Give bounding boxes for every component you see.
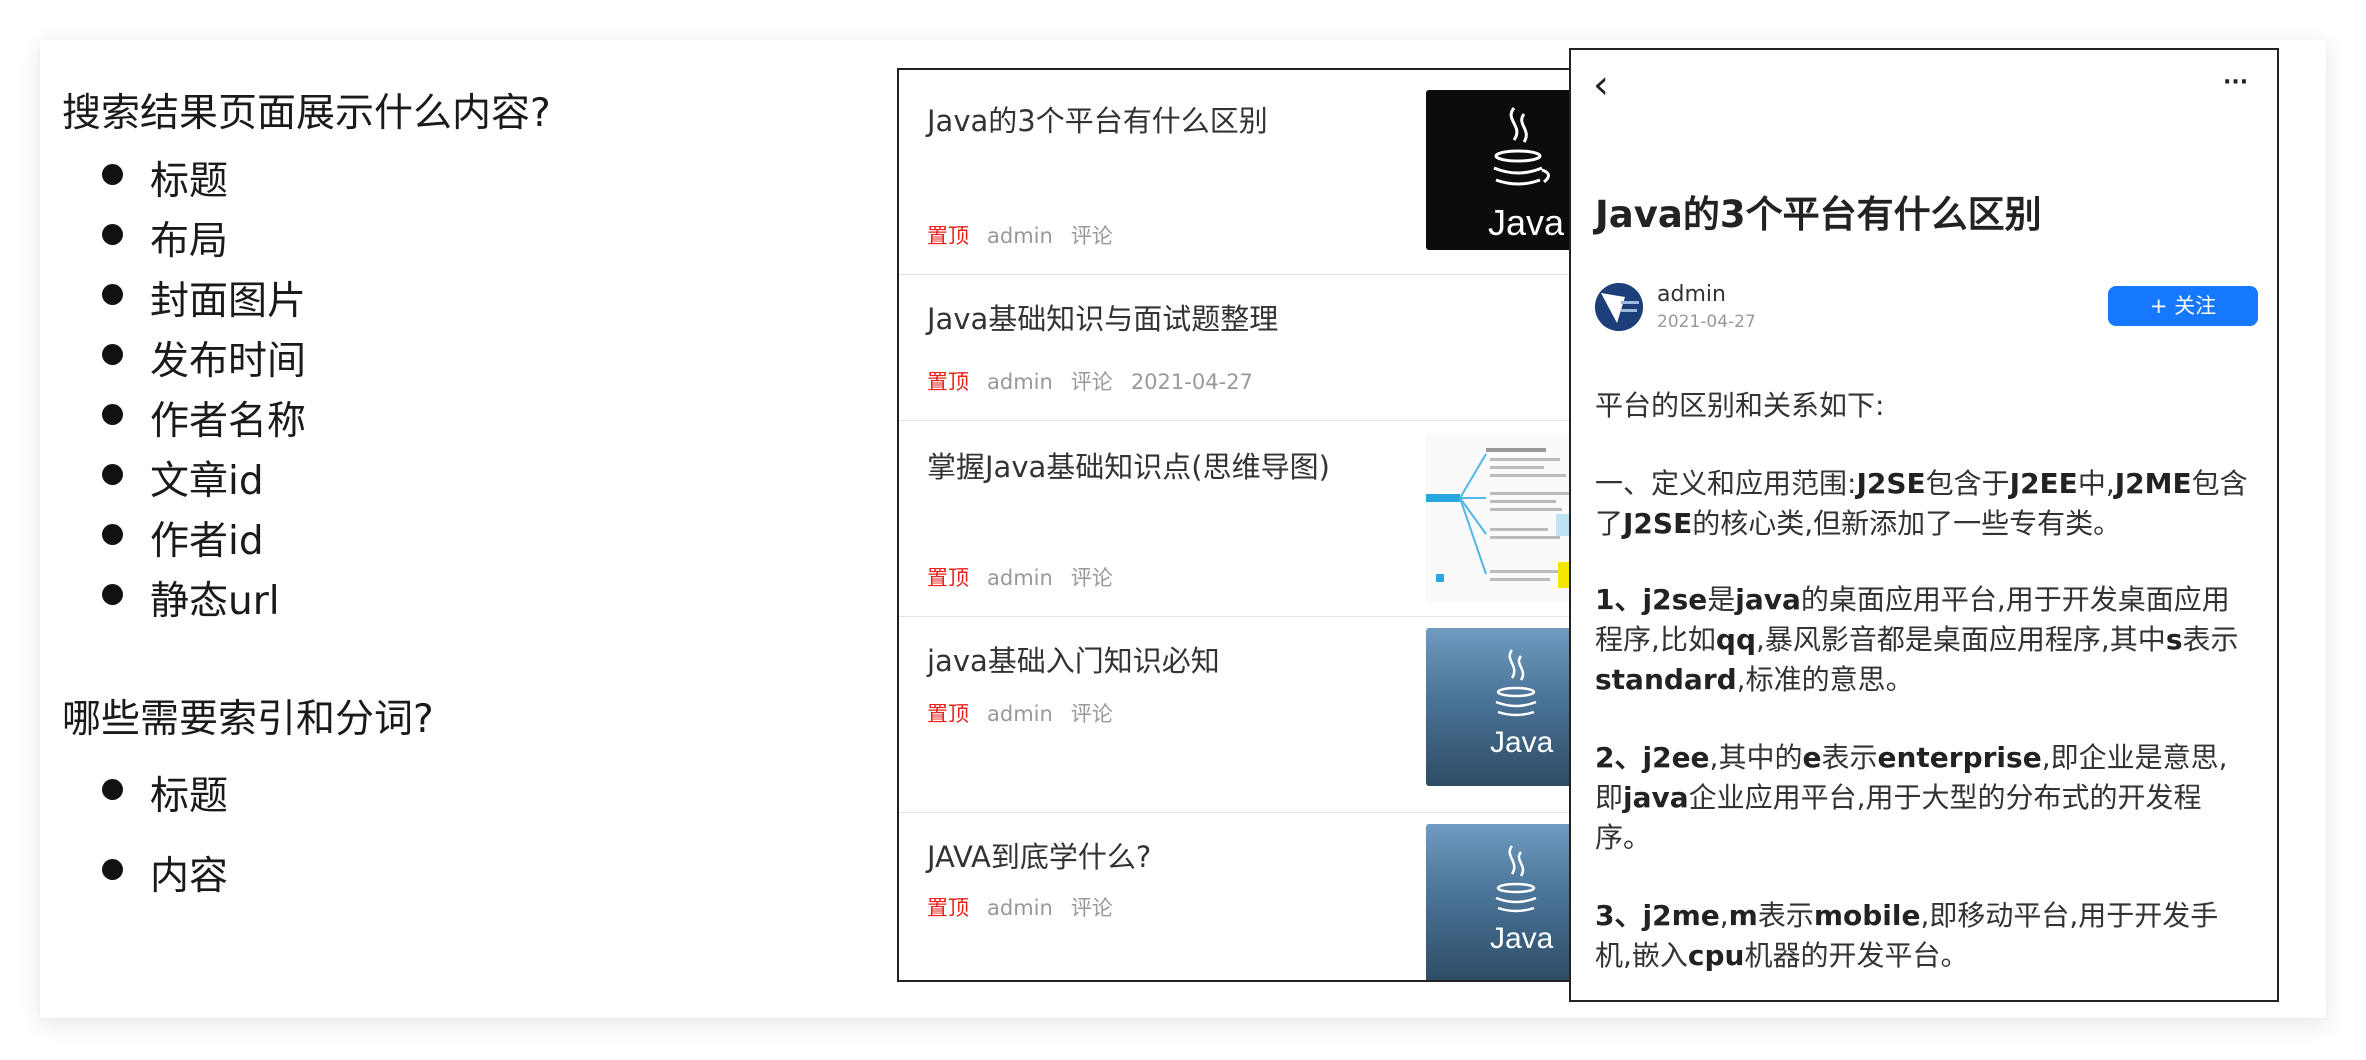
avatar[interactable] (1595, 283, 1643, 331)
java-cup-icon: Java (1490, 649, 1554, 759)
avatar-logo-icon (1595, 283, 1643, 331)
pin-badge: 置顶 (927, 370, 969, 394)
bullet-dot (102, 344, 123, 365)
mindmap-image-icon (1426, 448, 1589, 588)
bullet-item: 标题 (102, 765, 228, 821)
article-paragraph: 一、定义和应用范围:J2SE包含于J2EE中,J2ME包含了J2SE的核心类,但… (1595, 467, 2248, 540)
author-name: admin (987, 702, 1053, 726)
bullet-item: 发布时间 (102, 330, 306, 386)
article-title[interactable]: 掌握Java基础知识点(思维导图) (927, 444, 1330, 486)
pin-badge: 置顶 (927, 224, 969, 248)
comment-label: 评论 (1070, 702, 1113, 726)
author-name[interactable]: admin (1657, 282, 1726, 307)
java-logo-text: Java (1490, 726, 1554, 759)
java-logo-text: Java (1488, 202, 1565, 243)
article-title[interactable]: JAVA到底学什么? (927, 834, 1151, 876)
article-title: Java的3个平台有什么区别 (1595, 193, 2042, 236)
java-logo-text: Java (1490, 922, 1554, 955)
question-index-fields: 哪些需要索引和分词? (62, 697, 434, 742)
follow-button[interactable]: + 关注 (2108, 286, 2258, 326)
java-logo-thumbnail: Java (1426, 628, 1589, 786)
list-item[interactable]: 掌握Java基础知识点(思维导图) 置顶 admin 评论 (899, 420, 1589, 617)
bullet-dot (102, 224, 123, 245)
article-detail-panel: ‹ ··· Java的3个平台有什么区别 admin 2021-04-27 + … (1569, 48, 2279, 1002)
bullet-item: 文章id (102, 450, 264, 506)
bullet-dot (102, 164, 123, 185)
publish-date: 2021-04-27 (1130, 370, 1253, 394)
pin-badge: 置顶 (927, 702, 969, 726)
article-paragraph: 1、j2se是java的桌面应用平台,用于开发桌面应用程序,比如qq,暴风影音都… (1595, 583, 2239, 696)
bullet-dot (102, 284, 123, 305)
list-item[interactable]: Java基础知识与面试题整理 置顶 admin 评论 2021-04-27 (899, 274, 1589, 421)
bullet-item: 标题 (102, 150, 228, 206)
comment-label: 评论 (1070, 566, 1113, 590)
article-paragraph: 2、j2ee,其中的e表示enterprise,即企业是意思,即java企业应用… (1595, 741, 2228, 854)
article-meta: 置顶 admin 评论 (927, 698, 1131, 728)
list-item[interactable]: Java的3个平台有什么区别 置顶 admin 评论 Java (899, 70, 1589, 275)
comment-label: 评论 (1070, 896, 1113, 920)
article-title[interactable]: Java的3个平台有什么区别 (927, 98, 1268, 140)
bullet-item: 内容 (102, 845, 228, 901)
pin-badge: 置顶 (927, 566, 969, 590)
bullet-item: 封面图片 (102, 270, 306, 326)
article-meta: 置顶 admin 评论 (927, 562, 1131, 592)
question-display-content: 搜索结果页面展示什么内容? (62, 91, 551, 136)
comment-label: 评论 (1070, 370, 1113, 394)
author-name: admin (987, 370, 1053, 394)
java-logo-thumbnail: Java (1426, 90, 1589, 250)
list-item[interactable]: java基础入门知识必知 置顶 admin 评论 Java (899, 616, 1589, 813)
bullet-item: 作者id (102, 510, 264, 566)
article-intro: 平台的区别和关系如下: (1595, 389, 1885, 422)
article-title[interactable]: java基础入门知识必知 (927, 638, 1220, 680)
article-paragraph: 3、j2me,m表示mobile,即移动平台,用于开发手机,嵌入cpu机器的开发… (1595, 899, 2219, 972)
article-meta: 置顶 admin 评论 (927, 892, 1131, 922)
more-horizontal-icon[interactable]: ··· (2223, 70, 2248, 95)
bullet-item: 作者名称 (102, 390, 306, 446)
author-name: admin (987, 896, 1053, 920)
article-meta: 置顶 admin 评论 2021-04-27 (927, 366, 1253, 396)
comment-label: 评论 (1070, 224, 1113, 248)
bullet-dot (102, 524, 123, 545)
mindmap-thumbnail (1426, 434, 1589, 602)
bullet-dot (102, 779, 123, 800)
bullet-dot (102, 404, 123, 425)
bullet-dot (102, 859, 123, 880)
article-title[interactable]: Java基础知识与面试题整理 (927, 296, 1278, 338)
publish-date: 2021-04-27 (1657, 312, 1756, 332)
chevron-left-icon[interactable]: ‹ (1593, 62, 1609, 108)
java-logo-thumbnail: Java (1426, 824, 1589, 980)
search-result-list: Java的3个平台有什么区别 置顶 admin 评论 Java Java基础知识与面… (897, 68, 1591, 982)
author-name: admin (987, 224, 1053, 248)
java-cup-icon: Java (1488, 107, 1565, 243)
author-name: admin (987, 566, 1053, 590)
list-item[interactable]: JAVA到底学什么? 置顶 admin 评论 Java (899, 812, 1589, 980)
bullet-dot (102, 464, 123, 485)
java-cup-icon: Java (1490, 845, 1554, 955)
bullet-dot (102, 584, 123, 605)
article-meta: 置顶 admin 评论 (927, 220, 1131, 250)
bullet-item: 静态url (102, 570, 280, 626)
bullet-item: 布局 (102, 210, 228, 266)
pin-badge: 置顶 (927, 896, 969, 920)
